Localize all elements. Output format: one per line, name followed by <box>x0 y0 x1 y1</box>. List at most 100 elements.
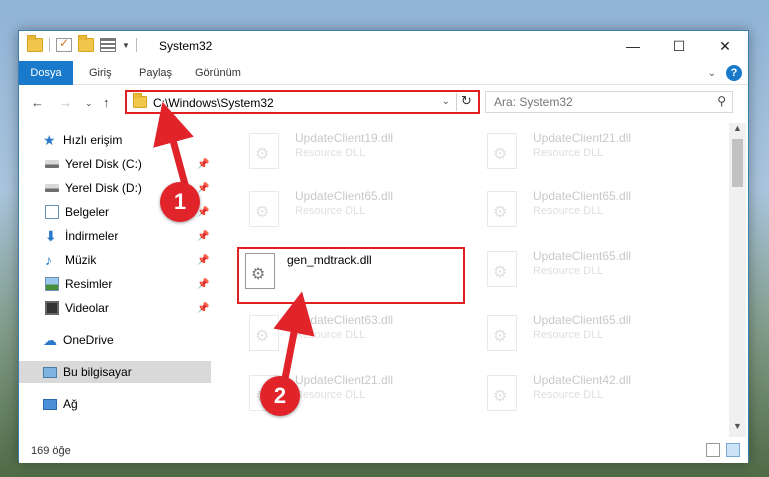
tab-view[interactable]: Görünüm <box>195 67 241 79</box>
file-name: UpdateClient65.dll <box>533 189 632 203</box>
search-icon[interactable]: ⚲ <box>717 94 726 108</box>
help-icon[interactable]: ? <box>726 65 742 81</box>
close-button[interactable]: ✕ <box>702 31 748 61</box>
file-type: Resource DLL <box>533 205 604 217</box>
dll-file-icon <box>487 315 517 351</box>
window-controls: — ☐ ✕ <box>610 31 748 61</box>
customize-toolbar-arrow-icon[interactable]: ▼ <box>122 41 130 50</box>
large-icons-view-icon[interactable] <box>726 443 740 457</box>
scrollbar-thumb[interactable] <box>732 139 743 187</box>
back-arrow-icon[interactable]: ← <box>31 95 44 110</box>
maximize-button[interactable]: ☐ <box>656 31 702 61</box>
file-item[interactable]: UpdateClient65.dll Resource DLL <box>243 187 473 239</box>
pin-icon[interactable]: 📌 <box>197 279 209 290</box>
status-bar: 169 öğe <box>19 439 748 463</box>
forward-arrow-icon[interactable]: → <box>59 95 72 110</box>
sidebar-item-label: Belgeler <box>65 205 110 219</box>
ribbon-right-controls: ⌄ ? <box>708 65 742 81</box>
new-folder-icon[interactable] <box>78 35 94 52</box>
toolbar-separator <box>135 38 137 52</box>
file-type: Resource DLL <box>295 205 366 217</box>
title-bar: ▼ System32 — ☐ ✕ <box>19 31 748 61</box>
pin-icon[interactable]: 📌 <box>197 159 209 170</box>
recent-locations-chevron-icon[interactable]: ⌄ <box>85 98 93 109</box>
file-type: Resource DLL <box>533 265 604 277</box>
drive-icon <box>45 184 59 192</box>
file-item[interactable]: UpdateClient42.dll Resource DLL <box>481 371 711 423</box>
file-item-gen-mdtrack[interactable]: gen_mdtrack.dll <box>237 247 465 304</box>
quick-access-toolbar: ▼ <box>27 35 137 52</box>
properties-icon[interactable] <box>100 38 116 52</box>
pictures-icon <box>45 277 59 291</box>
file-name: UpdateClient63.dll <box>295 313 394 327</box>
sidebar-item-pictures[interactable]: Resimler 📌 <box>19 273 211 295</box>
address-bar[interactable]: C:\Windows\System32 ⌄ ↻ <box>125 90 480 114</box>
dll-file-icon <box>245 253 275 289</box>
search-box[interactable]: ⚲ <box>485 91 733 113</box>
navigation-bar: ← → ⌄ ↑ C:\Windows\System32 ⌄ ↻ ⚲ <box>19 87 748 117</box>
sidebar-item-quick-access[interactable]: ★ Hızlı erişim <box>19 129 211 151</box>
dll-file-icon <box>487 191 517 227</box>
properties-check-icon[interactable] <box>56 36 72 52</box>
file-name: gen_mdtrack.dll <box>287 253 372 267</box>
file-name: UpdateClient65.dll <box>533 249 632 263</box>
callout-step-2: 2 <box>260 376 300 416</box>
pin-icon[interactable]: 📌 <box>197 303 209 314</box>
expand-ribbon-chevron-icon[interactable]: ⌄ <box>708 68 716 79</box>
file-item[interactable]: UpdateClient65.dll Resource DLL <box>481 247 711 299</box>
file-item[interactable]: UpdateClient21.dll Resource DLL <box>481 129 711 181</box>
refresh-icon[interactable]: ↻ <box>456 93 476 111</box>
sidebar-item-label: Hızlı erişim <box>63 133 123 147</box>
pin-icon[interactable]: 📌 <box>197 255 209 266</box>
tab-file[interactable]: Dosya <box>19 61 73 85</box>
up-arrow-icon[interactable]: ↑ <box>103 95 110 110</box>
minimize-button[interactable]: — <box>610 31 656 61</box>
vertical-scrollbar[interactable]: ▲ ▼ <box>729 123 746 437</box>
pin-icon[interactable]: 📌 <box>197 183 209 194</box>
sidebar-item-music[interactable]: ♪ Müzik 📌 <box>19 249 211 271</box>
sidebar-item-label: İndirmeler <box>65 229 119 243</box>
sidebar-item-network[interactable]: Ağ <box>19 393 211 415</box>
scroll-down-arrow-icon[interactable]: ▼ <box>729 421 746 437</box>
details-view-icon[interactable] <box>706 443 720 457</box>
tab-home[interactable]: Giriş <box>89 67 112 79</box>
sidebar-item-label: Bu bilgisayar <box>63 365 132 379</box>
sidebar-item-label: Resimler <box>65 277 113 291</box>
pin-icon[interactable]: 📌 <box>197 231 209 242</box>
sidebar-item-onedrive[interactable]: ☁ OneDrive <box>19 329 211 351</box>
scroll-up-arrow-icon[interactable]: ▲ <box>729 123 746 139</box>
cloud-icon: ☁ <box>43 332 57 348</box>
sidebar-item-label: Yerel Disk (C:) <box>65 157 142 171</box>
computer-icon <box>43 366 57 378</box>
view-buttons <box>706 443 740 457</box>
address-dropdown-chevron-icon[interactable]: ⌄ <box>442 96 450 107</box>
ribbon-tabs: Dosya Giriş Paylaş Görünüm ⌄ ? <box>19 61 748 85</box>
sidebar-item-label: Ağ <box>63 397 78 411</box>
address-path[interactable]: C:\Windows\System32 <box>153 96 274 110</box>
documents-icon <box>45 205 59 219</box>
folder-icon[interactable] <box>27 35 43 52</box>
file-item[interactable]: UpdateClient63.dll Resource DLL <box>243 311 473 363</box>
dll-file-icon <box>487 375 517 411</box>
dll-file-icon <box>487 251 517 287</box>
tab-share[interactable]: Paylaş <box>139 67 172 79</box>
sidebar-item-label: OneDrive <box>63 333 114 347</box>
file-type: Resource DLL <box>533 147 604 159</box>
sidebar-item-videos[interactable]: Videolar 📌 <box>19 297 211 319</box>
window-title: System32 <box>159 39 213 53</box>
sidebar-item-this-pc[interactable]: Bu bilgisayar <box>19 361 211 383</box>
drive-icon <box>45 160 59 168</box>
sidebar-item-label: Yerel Disk (D:) <box>65 181 142 195</box>
downloads-icon: ⬇ <box>45 228 57 244</box>
search-input[interactable] <box>486 92 696 112</box>
sidebar-item-downloads[interactable]: ⬇ İndirmeler 📌 <box>19 225 211 247</box>
sidebar-item-local-disk-c[interactable]: Yerel Disk (C:) 📌 <box>19 153 211 175</box>
music-icon: ♪ <box>45 252 52 268</box>
file-item[interactable]: UpdateClient65.dll Resource DLL <box>481 187 711 239</box>
file-item[interactable]: UpdateClient65.dll Resource DLL <box>481 311 711 363</box>
navigation-pane: ★ Hızlı erişim Yerel Disk (C:) 📌 Yerel D… <box>19 123 211 437</box>
file-item[interactable]: UpdateClient19.dll Resource DLL <box>243 129 473 181</box>
file-name: UpdateClient65.dll <box>295 189 394 203</box>
star-icon: ★ <box>43 132 56 148</box>
folder-icon <box>133 93 147 108</box>
